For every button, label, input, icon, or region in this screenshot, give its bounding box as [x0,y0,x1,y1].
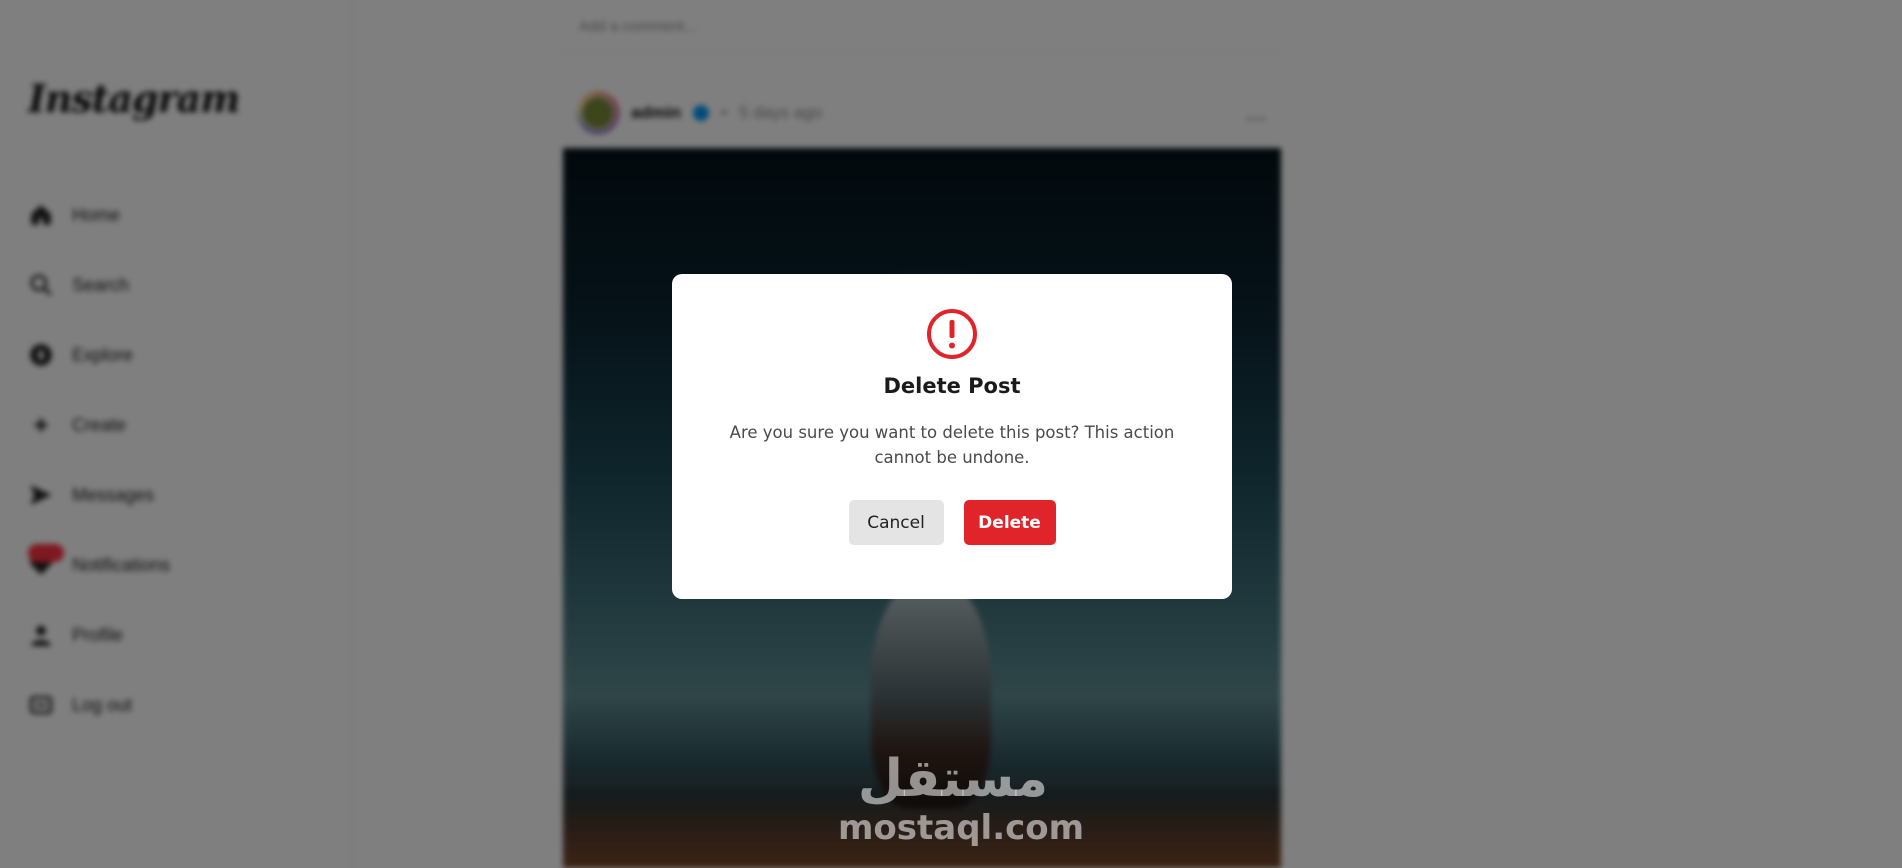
cancel-button[interactable]: Cancel [848,500,944,545]
watermark-arabic: مستقل [857,749,1049,809]
alert-circle-icon [927,309,977,359]
watermark: مستقل mostaql.com [838,749,1085,848]
dialog-title: Delete Post [883,374,1021,398]
dialog-actions: Cancel Delete [848,500,1056,545]
watermark-latin: mostaql.com [838,808,1085,848]
dialog-message: Are you sure you want to delete this pos… [729,423,1175,467]
delete-button[interactable]: Delete [963,500,1056,545]
delete-post-dialog: Delete Post Are you sure you want to del… [672,274,1232,599]
